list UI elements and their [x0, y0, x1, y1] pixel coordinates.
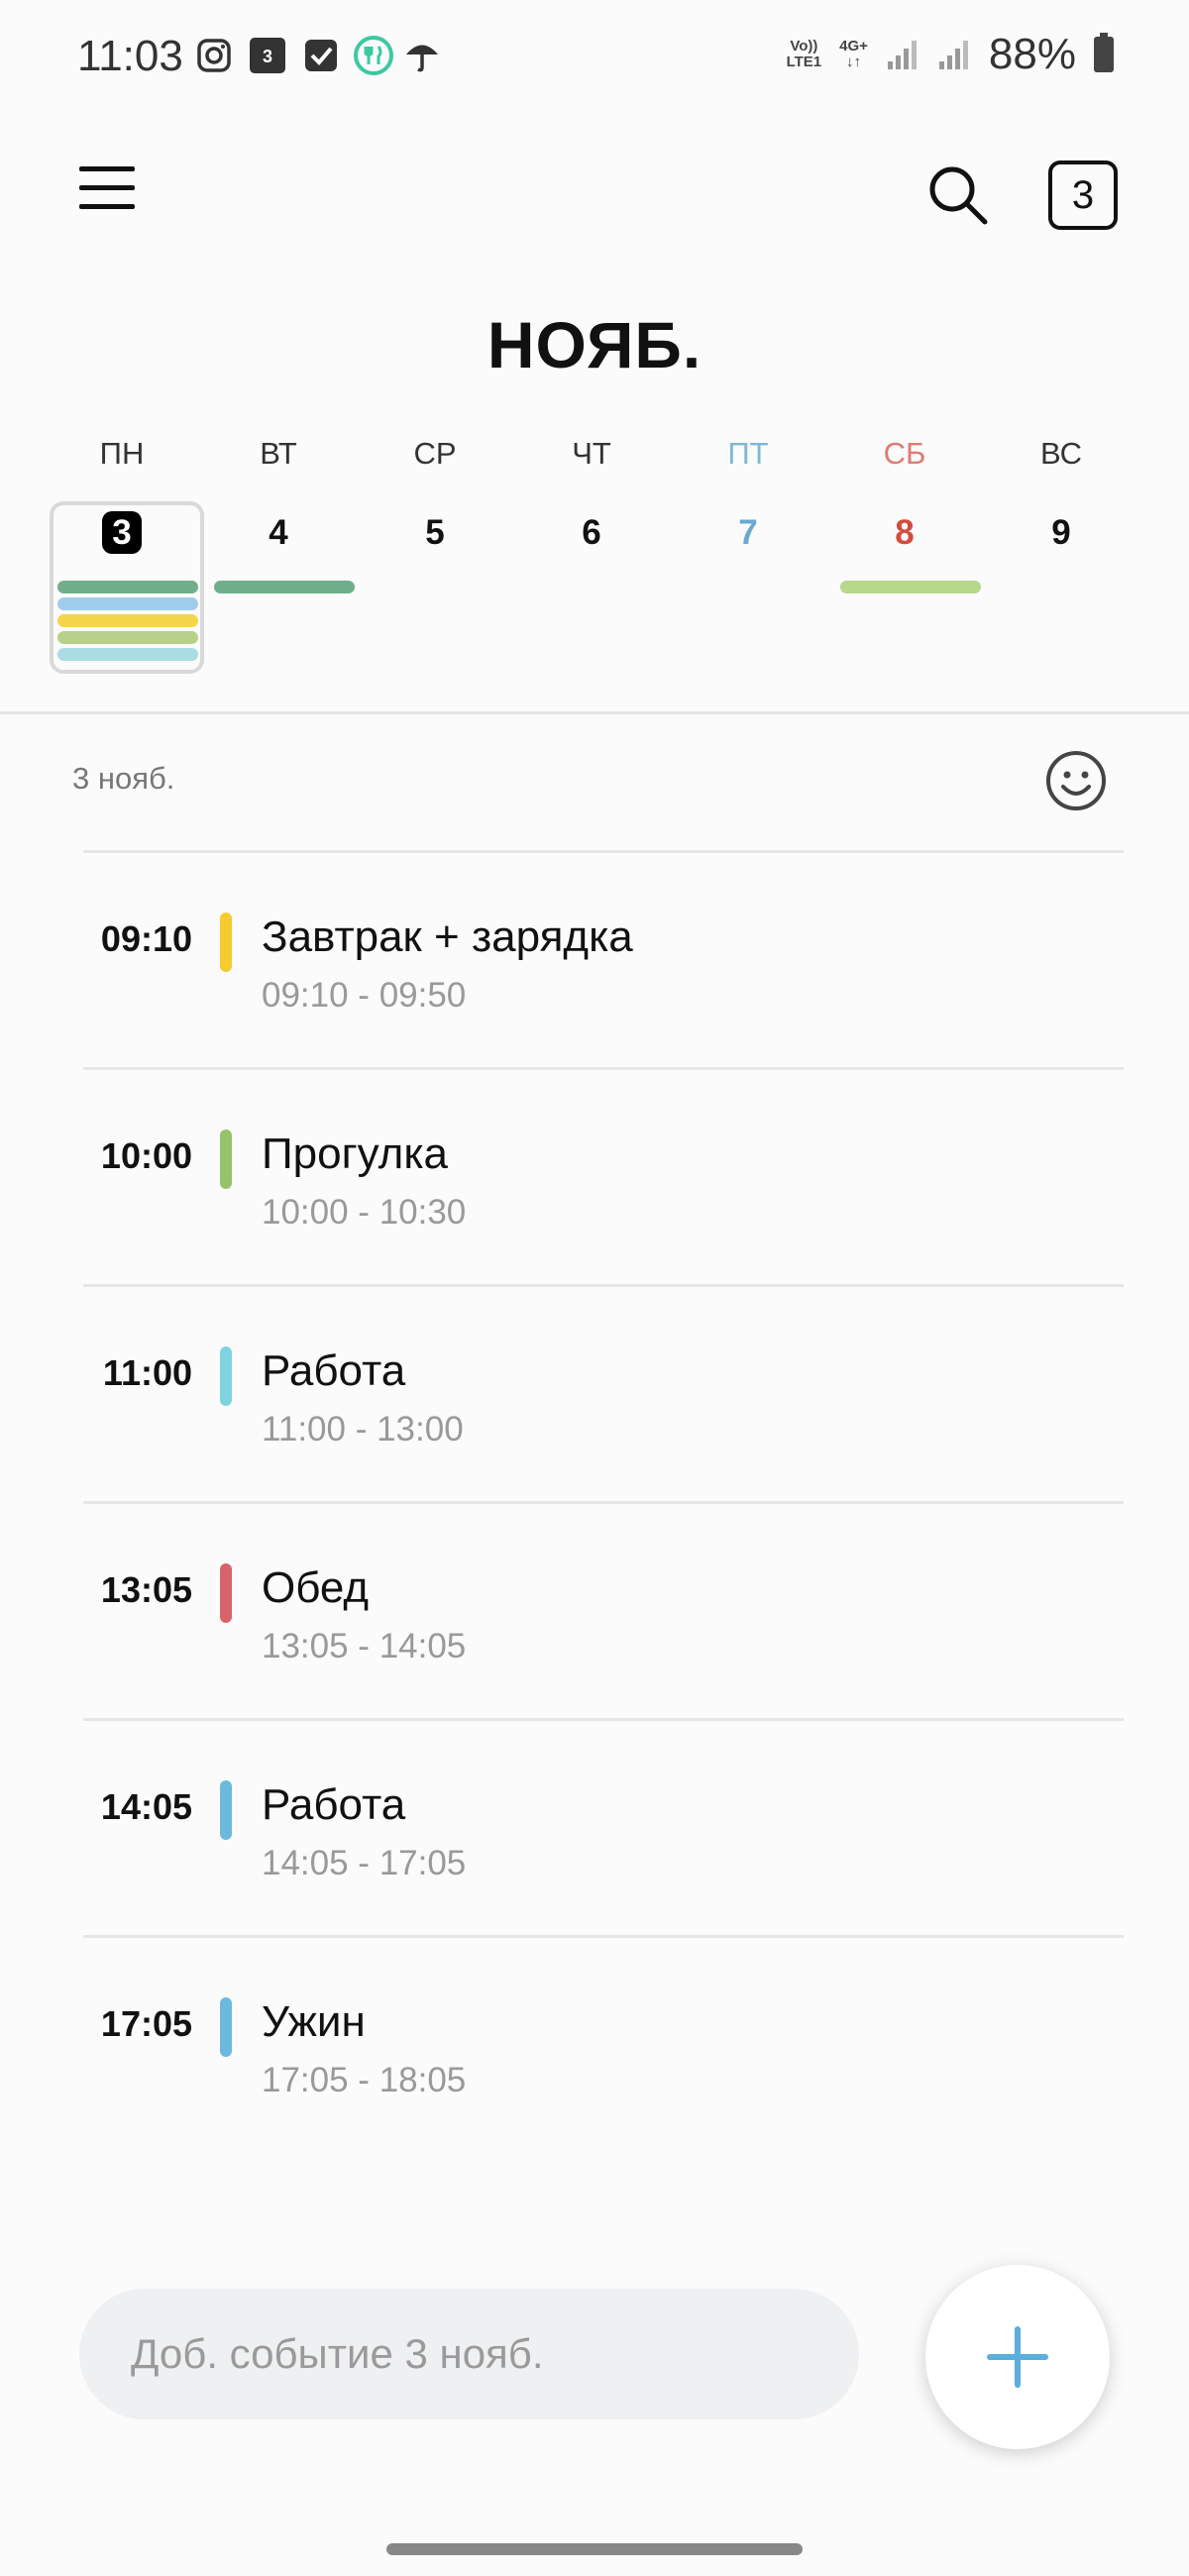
event-title: Обед: [262, 1563, 370, 1612]
event-color-marker: [220, 1129, 232, 1189]
day-number: 3: [48, 511, 196, 554]
event-color-marker: [220, 1997, 232, 2057]
event-time-range: 17:05 - 18:05: [262, 2061, 467, 2099]
day-9[interactable]: ВС 9: [987, 436, 1135, 684]
event-time-range: 14:05 - 17:05: [262, 1844, 467, 1882]
battery-percent: 88%: [988, 30, 1076, 78]
food-app-icon: [354, 36, 393, 75]
day-name: ПТ: [727, 436, 769, 471]
event-title: Работа: [262, 1780, 406, 1829]
event-bar: [840, 581, 981, 593]
day-number: 8: [895, 513, 915, 552]
event-color-marker: [220, 1563, 232, 1623]
smile-icon[interactable]: [1044, 749, 1108, 812]
day-event-bars: [57, 581, 198, 665]
instagram-icon: [197, 39, 231, 72]
day-name: ПН: [99, 436, 145, 471]
day-4[interactable]: ВТ 4: [204, 436, 355, 684]
day-number: 9: [1051, 513, 1071, 552]
agenda-date-label: 3 нояб.: [72, 761, 175, 796]
status-bar: 11:03 3 Vo)) LTE1 4G+ ↓↑ 88%: [0, 0, 1189, 119]
event-start-time: 11:00: [102, 1352, 192, 1393]
status-right: Vo)) LTE1 4G+ ↓↑ 88%: [787, 30, 1114, 79]
day-name: ВС: [1039, 436, 1083, 471]
event-bar: [57, 648, 198, 661]
day-name: ЧТ: [572, 436, 611, 471]
volte-indicator: Vo)) LTE1: [786, 38, 822, 70]
event-row[interactable]: 11:00 Работа 11:00 - 13:00: [83, 1284, 1124, 1501]
event-title: Завтрак + зарядка: [262, 912, 633, 961]
home-indicator[interactable]: [386, 2543, 803, 2555]
event-time-range: 10:00 - 10:30: [262, 1193, 467, 1232]
checkbox-icon: [305, 40, 337, 71]
add-event-button[interactable]: [925, 2265, 1110, 2449]
event-title: Ужин: [262, 1997, 366, 2046]
day-5[interactable]: СР 5: [361, 436, 509, 684]
signal-icon: [887, 41, 917, 69]
day-number: 4: [269, 513, 288, 552]
day-name: СБ: [883, 436, 926, 471]
day-8[interactable]: СБ 8: [830, 436, 981, 684]
network-type-indicator: 4G+ ↓↑: [839, 38, 868, 70]
event-start-time: 17:05: [100, 2003, 192, 2044]
day-name: СР: [413, 436, 457, 471]
search-icon[interactable]: [925, 162, 991, 228]
event-start-time: 09:10: [100, 918, 192, 959]
status-time: 11:03: [77, 32, 183, 80]
event-title: Работа: [262, 1346, 406, 1395]
event-list: 09:10 Завтрак + зарядка 09:10 - 09:50 10:00…: [83, 850, 1124, 2152]
event-time-range: 13:05 - 14:05: [262, 1627, 467, 1665]
event-start-time: 14:05: [100, 1786, 192, 1827]
today-button[interactable]: 3: [1048, 161, 1118, 230]
day-event-bars: [840, 581, 981, 597]
day-number: 6: [582, 513, 601, 552]
week-strip: ПН 3 ВТ 4 СР 5 ЧТ 6 ПТ 7 СБ 8 ВС 9: [48, 436, 1147, 684]
umbrella-icon: [406, 45, 438, 72]
event-row[interactable]: 13:05 Обед 13:05 - 14:05: [83, 1501, 1124, 1718]
event-time-range: 11:00 - 13:00: [262, 1410, 464, 1449]
day-number: 7: [738, 513, 758, 552]
event-color-marker: [220, 1780, 232, 1840]
day-3[interactable]: ПН 3: [48, 436, 204, 684]
day-name: ВТ: [260, 436, 297, 471]
event-bar: [57, 581, 198, 593]
event-start-time: 13:05: [100, 1569, 192, 1610]
day-6[interactable]: ЧТ 6: [517, 436, 666, 684]
event-start-time: 10:00: [100, 1135, 192, 1176]
event-row[interactable]: 10:00 Прогулка 10:00 - 10:30: [83, 1067, 1124, 1284]
event-time-range: 09:10 - 09:50: [262, 976, 467, 1015]
event-bar: [57, 614, 198, 627]
add-event-input[interactable]: Доб. событие 3 нояб.: [79, 2289, 859, 2419]
battery-icon: [1094, 33, 1114, 72]
day-7[interactable]: ПТ 7: [674, 436, 822, 684]
menu-button[interactable]: [79, 166, 135, 222]
day-number: 5: [425, 513, 445, 552]
event-color-marker: [220, 912, 232, 972]
event-bar: [57, 597, 198, 610]
event-bar: [214, 581, 355, 593]
menu-icon: [79, 166, 135, 171]
event-row[interactable]: 09:10 Завтрак + зарядка 09:10 - 09:50: [83, 850, 1124, 1067]
divider: [0, 711, 1189, 714]
month-title[interactable]: НОЯБ.: [0, 307, 1189, 382]
plus-icon: [987, 2326, 1048, 2388]
event-bar: [57, 631, 198, 644]
event-title: Прогулка: [262, 1129, 449, 1178]
event-row[interactable]: 14:05 Работа 14:05 - 17:05: [83, 1718, 1124, 1935]
event-color-marker: [220, 1346, 232, 1406]
event-row[interactable]: 17:05 Ужин 17:05 - 18:05: [83, 1935, 1124, 2152]
calendar-notification-icon: 3: [250, 38, 285, 73]
signal-icon-2: [938, 41, 968, 69]
day-event-bars: [214, 581, 355, 597]
